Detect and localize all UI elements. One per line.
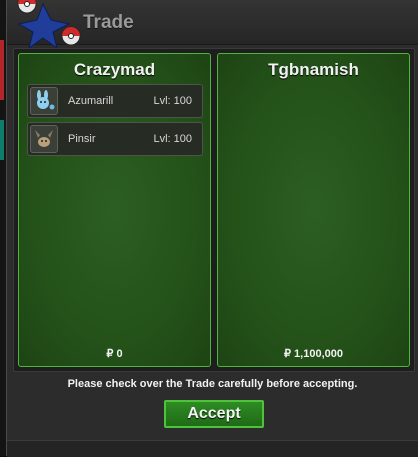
azumarill-icon bbox=[30, 87, 58, 115]
right-player-name: Tgbnamish bbox=[268, 60, 359, 79]
pokemon-slot[interactable]: Pinsir Lvl: 100 bbox=[27, 122, 203, 156]
pinsir-icon bbox=[30, 125, 58, 153]
right-money-offer: ₽ 1,100,000 bbox=[284, 348, 343, 360]
title-bar[interactable]: Trade bbox=[7, 0, 418, 48]
pokemon-level: Lvl: 100 bbox=[153, 95, 192, 107]
pokemon-name: Azumarill bbox=[68, 95, 114, 107]
trade-panels: Crazymad Azumarill Lvl: 100 Pinsir Lvl: … bbox=[13, 48, 415, 372]
right-trade-panel: Tgbnamish ₽ 1,100,000 bbox=[217, 53, 410, 367]
trade-window: Trade Crazymad Azumarill Lvl: 100 Pinsir… bbox=[6, 0, 418, 457]
window-bottom-edge bbox=[7, 440, 418, 457]
window-title: Trade bbox=[83, 12, 134, 33]
pokeball-logo-icon bbox=[17, 0, 81, 48]
pokemon-name: Pinsir bbox=[68, 133, 96, 145]
pokemon-slot[interactable]: Azumarill Lvl: 100 bbox=[27, 84, 203, 118]
trade-notice: Please check over the Trade carefully be… bbox=[67, 378, 358, 390]
left-trade-panel: Crazymad Azumarill Lvl: 100 Pinsir Lvl: … bbox=[18, 53, 211, 367]
background-accent-red bbox=[0, 40, 4, 100]
left-money-offer: ₽ 0 bbox=[106, 348, 123, 360]
background-accent-teal bbox=[0, 120, 4, 160]
pokemon-level: Lvl: 100 bbox=[153, 133, 192, 145]
accept-button[interactable]: Accept bbox=[164, 400, 264, 428]
left-player-name: Crazymad bbox=[73, 60, 156, 79]
